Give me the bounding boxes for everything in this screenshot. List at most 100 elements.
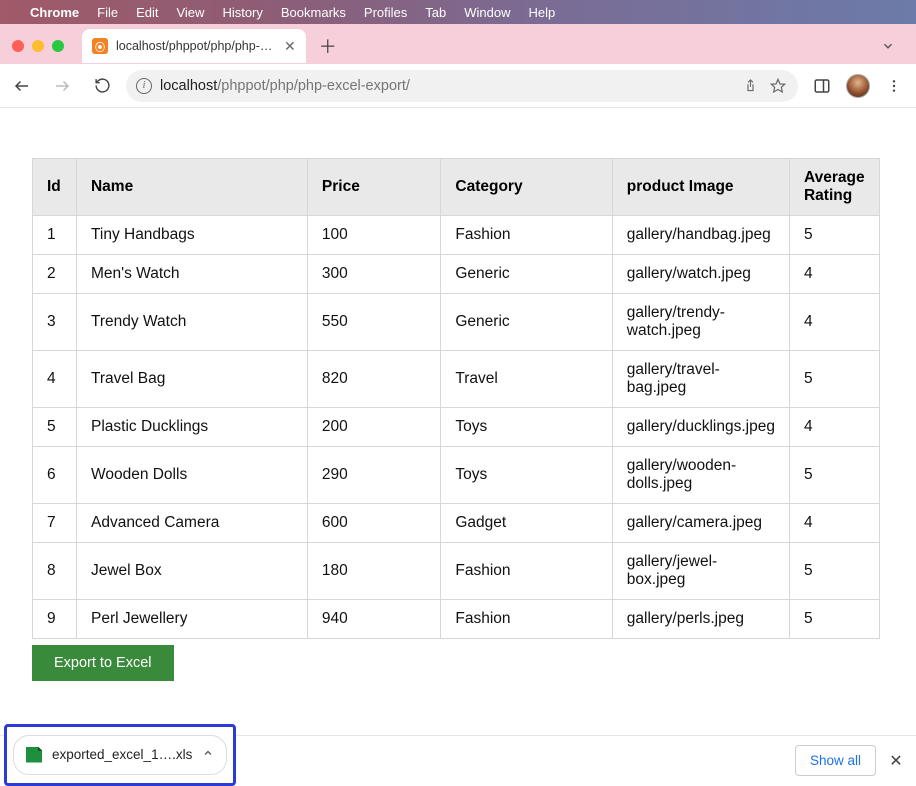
table-row: 6Wooden Dolls290Toysgallery/wooden-dolls… xyxy=(33,447,880,504)
th-rating: Average Rating xyxy=(789,159,879,216)
cell-category: Toys xyxy=(441,408,612,447)
table-row: 4Travel Bag820Travelgallery/travel-bag.j… xyxy=(33,351,880,408)
cell-rating: 5 xyxy=(789,600,879,639)
maximize-window-button[interactable] xyxy=(52,40,64,52)
reload-button[interactable] xyxy=(86,70,118,102)
back-button[interactable] xyxy=(6,70,38,102)
cell-id: 1 xyxy=(33,216,77,255)
table-row: 9Perl Jewellery940Fashiongallery/perls.j… xyxy=(33,600,880,639)
menubar-item-history[interactable]: History xyxy=(222,5,262,20)
cell-id: 2 xyxy=(33,255,77,294)
cell-name: Wooden Dolls xyxy=(76,447,307,504)
download-options-icon[interactable] xyxy=(202,747,214,762)
cell-name: Tiny Handbags xyxy=(76,216,307,255)
show-all-downloads-button[interactable]: Show all xyxy=(795,745,876,776)
menubar-app[interactable]: Chrome xyxy=(30,5,79,20)
cell-id: 3 xyxy=(33,294,77,351)
side-panel-button[interactable] xyxy=(806,70,838,102)
cell-rating: 4 xyxy=(789,294,879,351)
browser-toolbar: i localhost/phppot/php/php-excel-export/ xyxy=(0,64,916,108)
cell-category: Fashion xyxy=(441,543,612,600)
close-download-bar-button[interactable]: ✕ xyxy=(880,745,912,777)
menubar-item-bookmarks[interactable]: Bookmarks xyxy=(281,5,346,20)
cell-id: 4 xyxy=(33,351,77,408)
browser-tab[interactable]: ⦿ localhost/phppot/php/php-exc… ✕ xyxy=(82,29,306,63)
download-highlight: exported_excel_1….xls xyxy=(4,724,236,786)
cell-rating: 4 xyxy=(789,255,879,294)
cell-category: Generic xyxy=(441,294,612,351)
tab-favicon-icon: ⦿ xyxy=(92,38,108,54)
site-info-icon[interactable]: i xyxy=(136,78,152,94)
new-tab-button[interactable]: ＋ xyxy=(314,32,342,60)
menubar-item-view[interactable]: View xyxy=(176,5,204,20)
cell-price: 290 xyxy=(307,447,440,504)
menubar-item-window[interactable]: Window xyxy=(464,5,510,20)
cell-rating: 5 xyxy=(789,543,879,600)
browser-menu-button[interactable] xyxy=(878,70,910,102)
address-bar[interactable]: i localhost/phppot/php/php-excel-export/ xyxy=(126,70,798,102)
cell-price: 180 xyxy=(307,543,440,600)
cell-price: 300 xyxy=(307,255,440,294)
cell-rating: 5 xyxy=(789,447,879,504)
cell-rating: 5 xyxy=(789,216,879,255)
page-content: Id Name Price Category product Image Ave… xyxy=(0,108,916,681)
cell-price: 820 xyxy=(307,351,440,408)
cell-image: gallery/watch.jpeg xyxy=(612,255,789,294)
th-category: Category xyxy=(441,159,612,216)
cell-image: gallery/camera.jpeg xyxy=(612,504,789,543)
cell-id: 6 xyxy=(33,447,77,504)
forward-button[interactable] xyxy=(46,70,78,102)
cell-id: 8 xyxy=(33,543,77,600)
cell-name: Travel Bag xyxy=(76,351,307,408)
cell-id: 9 xyxy=(33,600,77,639)
th-price: Price xyxy=(307,159,440,216)
tab-close-button[interactable]: ✕ xyxy=(284,38,296,55)
cell-category: Fashion xyxy=(441,600,612,639)
menubar-item-help[interactable]: Help xyxy=(529,5,556,20)
cell-image: gallery/perls.jpeg xyxy=(612,600,789,639)
table-row: 7Advanced Camera600Gadgetgallery/camera.… xyxy=(33,504,880,543)
menubar-item-profiles[interactable]: Profiles xyxy=(364,5,407,20)
table-row: 1Tiny Handbags100Fashiongallery/handbag.… xyxy=(33,216,880,255)
table-header-row: Id Name Price Category product Image Ave… xyxy=(33,159,880,216)
download-chip[interactable]: exported_excel_1….xls xyxy=(13,735,227,775)
cell-image: gallery/trendy-watch.jpeg xyxy=(612,294,789,351)
table-row: 5Plastic Ducklings200Toysgallery/ducklin… xyxy=(33,408,880,447)
macos-menubar: Chrome File Edit View History Bookmarks … xyxy=(0,0,916,24)
menubar-item-file[interactable]: File xyxy=(97,5,118,20)
window-controls xyxy=(12,40,64,52)
table-row: 3Trendy Watch550Genericgallery/trendy-wa… xyxy=(33,294,880,351)
cell-image: gallery/jewel-box.jpeg xyxy=(612,543,789,600)
minimize-window-button[interactable] xyxy=(32,40,44,52)
cell-category: Toys xyxy=(441,447,612,504)
close-window-button[interactable] xyxy=(12,40,24,52)
browser-chrome: ⦿ localhost/phppot/php/php-exc… ✕ ＋ i lo… xyxy=(0,24,916,108)
tab-title: localhost/phppot/php/php-exc… xyxy=(116,39,276,53)
table-row: 2Men's Watch300Genericgallery/watch.jpeg… xyxy=(33,255,880,294)
cell-category: Fashion xyxy=(441,216,612,255)
cell-rating: 4 xyxy=(789,504,879,543)
cell-name: Perl Jewellery xyxy=(76,600,307,639)
table-row: 8Jewel Box180Fashiongallery/jewel-box.jp… xyxy=(33,543,880,600)
cell-image: gallery/travel-bag.jpeg xyxy=(612,351,789,408)
cell-image: gallery/wooden-dolls.jpeg xyxy=(612,447,789,504)
tabs-overflow-button[interactable] xyxy=(876,34,900,58)
cell-category: Gadget xyxy=(441,504,612,543)
menubar-item-edit[interactable]: Edit xyxy=(136,5,158,20)
bookmark-icon[interactable] xyxy=(768,78,788,94)
profile-avatar[interactable] xyxy=(846,74,870,98)
cell-name: Advanced Camera xyxy=(76,504,307,543)
cell-id: 7 xyxy=(33,504,77,543)
export-button[interactable]: Export to Excel xyxy=(32,645,174,681)
excel-file-icon xyxy=(26,747,42,763)
url-text: localhost/phppot/php/php-excel-export/ xyxy=(160,78,732,94)
cell-rating: 5 xyxy=(789,351,879,408)
cell-price: 940 xyxy=(307,600,440,639)
share-icon[interactable] xyxy=(740,78,760,93)
menubar-item-tab[interactable]: Tab xyxy=(425,5,446,20)
cell-id: 5 xyxy=(33,408,77,447)
cell-name: Trendy Watch xyxy=(76,294,307,351)
cell-price: 550 xyxy=(307,294,440,351)
th-image: product Image xyxy=(612,159,789,216)
cell-price: 100 xyxy=(307,216,440,255)
